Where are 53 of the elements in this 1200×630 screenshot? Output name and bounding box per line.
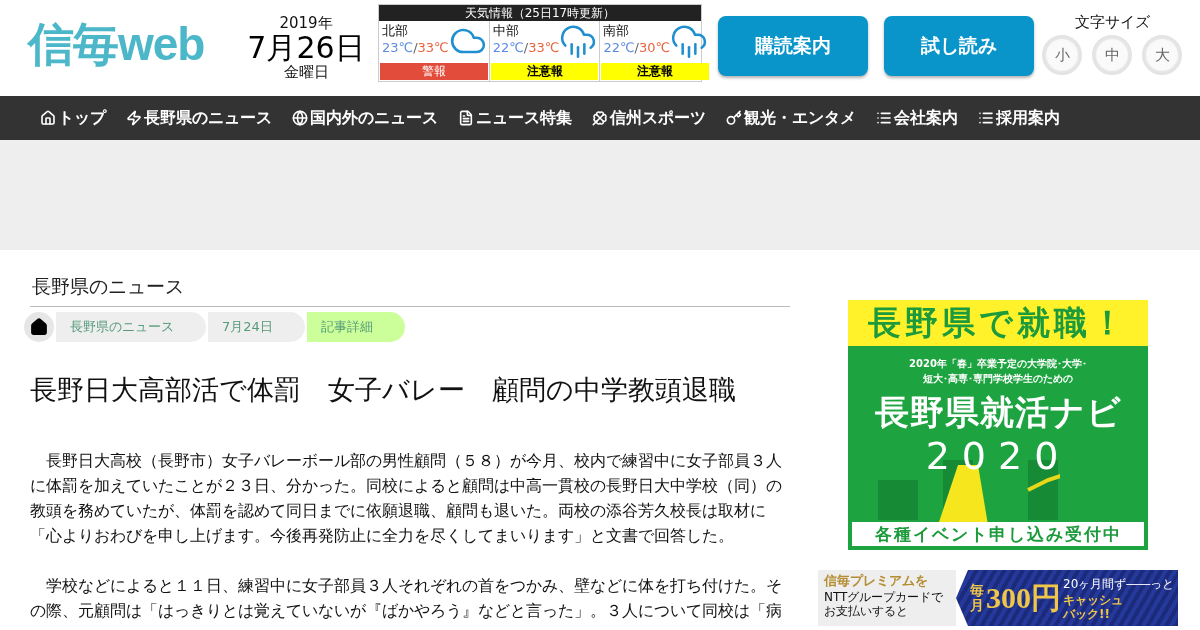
section-title: 長野県のニュース <box>30 270 790 307</box>
weather-title: 天気情報（25日17時更新） <box>379 5 701 21</box>
job-ad[interactable]: 長野県で就職！ 2020年「春」卒業予定の大学院･大学･ 短大･高専･専門学校学生のための 長野県就活ナビ 2020 各種イベント申し込み受付中 <box>848 300 1148 550</box>
key-icon <box>726 110 742 126</box>
nav-link[interactable]: ニュース特集 <box>458 107 572 129</box>
document-icon <box>458 110 474 126</box>
rain-cloud-icon <box>670 22 709 60</box>
ad-note: NTTグループカードで お支払いすると <box>824 590 945 618</box>
ad-amount: 300円 <box>986 579 1061 616</box>
nav-link[interactable]: 国内外のニュース <box>292 107 438 129</box>
font-size-button[interactable]: 小 <box>1042 35 1082 75</box>
nav-link[interactable]: トップ <box>40 107 106 129</box>
ad-period: 20ヶ月間ず――っと <box>1063 575 1175 593</box>
temperature: 23℃/33℃ <box>382 40 449 55</box>
nav-link[interactable]: 採用案内 <box>978 107 1060 129</box>
article-title: 長野日大高部活で体罰 女子バレー 顧問の中学教頭退職 <box>30 373 737 407</box>
alert-label: 注意報 <box>601 63 710 80</box>
region-name: 北部 <box>382 22 409 40</box>
ad-footer: 各種イベント申し込み受付中 <box>852 522 1144 546</box>
font-size-label: 文字サイズ <box>1074 13 1150 32</box>
temperature: 22℃/30℃ <box>603 40 671 55</box>
ad-title: 長野県就活ナビ <box>874 391 1122 434</box>
ad-monthly: 毎月 <box>970 583 984 613</box>
globe-icon <box>292 110 308 126</box>
nav-link[interactable]: 信州スポーツ <box>592 107 706 129</box>
ad-lead-text: 2020年「春」卒業予定の大学院･大学･ 短大･高専･専門学校学生のための <box>909 357 1087 386</box>
article-paragraph: 学校などによると１１日、練習中に女子部員３人それぞれの首をつかみ、壁などに体を打ち付けた。その際、元顧問は「はっきりとは覚えていないが『ばかやろう』などと言った」。３人について同校は「病 <box>30 575 783 622</box>
ad-headline: 長野県で就職！ <box>848 300 1148 346</box>
list-icon <box>876 110 892 126</box>
clover-icon <box>592 110 608 126</box>
date: 7月26日 <box>247 33 365 63</box>
region-name: 南部 <box>603 22 631 40</box>
rain-cloud-icon <box>559 22 598 60</box>
home-icon <box>30 318 48 336</box>
temperature: 22℃/33℃ <box>492 40 560 55</box>
ad-cashback: キャッシュバック!! <box>1063 592 1124 621</box>
bolt-icon <box>126 110 142 126</box>
ad-year: 2020 <box>925 436 1071 476</box>
ad-brand: 信毎プレミアムを <box>824 572 929 590</box>
home-button[interactable] <box>24 312 54 342</box>
list-icon <box>978 110 994 126</box>
alert-label: 注意報 <box>490 63 599 80</box>
home-icon <box>40 110 56 126</box>
weekday: 金曜日 <box>283 65 329 80</box>
article-paragraph: 長野日大高校（長野市）女子バレーボール部の男性顧問（５８）が今月、校内で練習中に女子部員３人に体罰を加えていたことが２３日、分かった。同校によると顧問は中高一貫校の長野日大中学校（同）の教頭を務めていたが、体罰を認めて同日までに依願退職、顧問も退いた。両校の添谷芳久校長は取材に「心よりおわびを申し上げます。今後再発防止に全力を尽くしてまいります」と文書で回答した。 <box>30 450 783 547</box>
region-name: 中部 <box>492 22 520 40</box>
nav-link[interactable]: 会社案内 <box>876 107 958 129</box>
nav-link[interactable]: 長野県のニュース <box>126 107 272 129</box>
font-size-button[interactable]: 中 <box>1092 35 1132 75</box>
nav-link[interactable]: 観光・エンタメ <box>726 107 856 129</box>
year: 2019年 <box>279 16 333 31</box>
font-size-button[interactable]: 大 <box>1142 35 1182 75</box>
alert-label: 警報 <box>380 63 488 80</box>
